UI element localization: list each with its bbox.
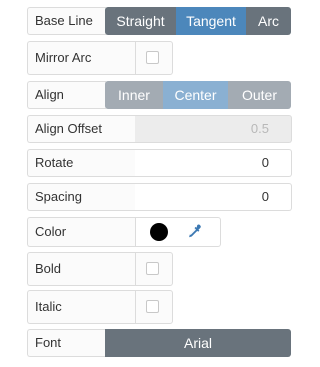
bold-checkbox[interactable]	[146, 262, 159, 275]
mirror-arc-label: Mirror Arc	[27, 41, 135, 75]
mirror-arc-checkbox-cell	[135, 41, 173, 75]
align-outer-button[interactable]: Outer	[228, 81, 291, 109]
font-select[interactable]: Arial	[105, 329, 291, 357]
bold-checkbox-cell	[135, 252, 173, 286]
align-offset-input[interactable]: 0.5	[135, 115, 292, 143]
mirror-arc-checkbox[interactable]	[146, 51, 159, 64]
color-label: Color	[27, 217, 135, 247]
align-inner-button[interactable]: Inner	[105, 81, 163, 109]
font-row: Font Arial	[27, 329, 292, 357]
align-segmented-control: Inner Center Outer	[105, 81, 291, 109]
spacing-row: Spacing 0	[27, 183, 292, 211]
italic-checkbox[interactable]	[146, 300, 159, 313]
align-center-button[interactable]: Center	[163, 81, 228, 109]
rotate-input[interactable]: 0	[135, 149, 292, 177]
base-line-tangent-button[interactable]: Tangent	[176, 7, 246, 35]
italic-checkbox-cell	[135, 290, 173, 324]
align-label: Align	[27, 81, 106, 109]
rotate-row: Rotate 0	[27, 149, 292, 177]
align-row: Align Inner Center Outer	[27, 81, 292, 109]
spacing-input[interactable]: 0	[135, 183, 292, 211]
base-line-label: Base Line	[27, 7, 106, 35]
color-picker-cell	[135, 217, 221, 247]
eyedropper-icon[interactable]	[185, 223, 203, 241]
base-line-straight-button[interactable]: Straight	[105, 7, 176, 35]
bold-label: Bold	[27, 252, 135, 286]
align-offset-label: Align Offset	[27, 115, 135, 143]
italic-label: Italic	[27, 290, 135, 324]
base-line-segmented-control: Straight Tangent Arc	[105, 7, 291, 35]
font-label: Font	[27, 329, 106, 357]
base-line-arc-button[interactable]: Arc	[246, 7, 291, 35]
spacing-label: Spacing	[27, 183, 135, 211]
color-swatch[interactable]	[150, 223, 168, 241]
base-line-row: Base Line Straight Tangent Arc	[27, 7, 292, 35]
rotate-label: Rotate	[27, 149, 135, 177]
align-offset-row: Align Offset 0.5	[27, 115, 292, 143]
